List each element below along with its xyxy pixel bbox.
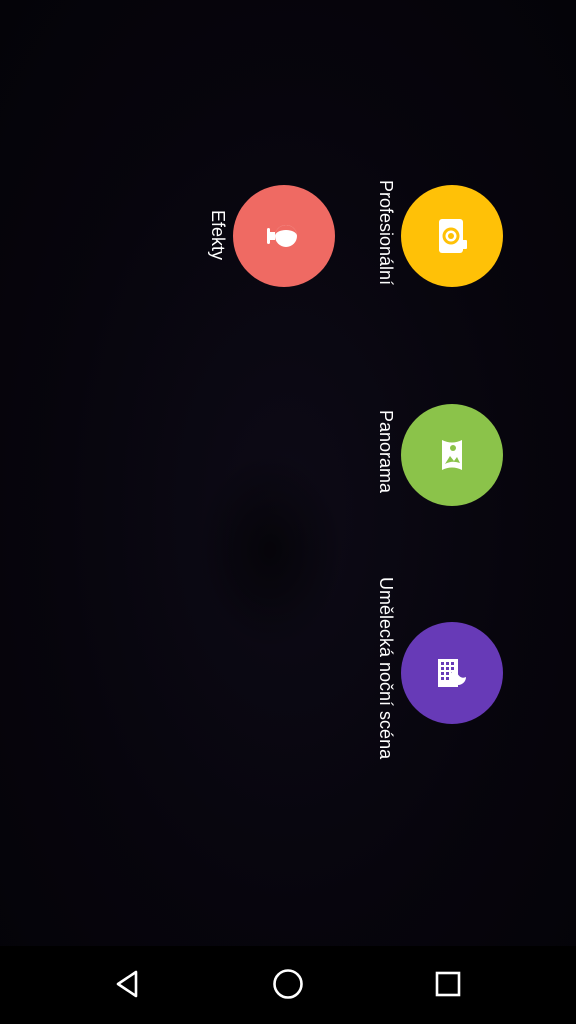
night-scene-icon [430,651,474,695]
mode-panorama-button[interactable] [401,404,503,506]
camera-mode-screen: Profesionální Panorama Umělecká noční sc… [0,0,576,1024]
home-button[interactable] [266,964,310,1008]
mode-professional-button[interactable] [401,185,503,287]
panorama-icon [430,433,474,477]
mode-panorama-label: Panorama [376,410,396,494]
mode-effects-button[interactable] [233,185,335,287]
home-icon [271,967,305,1006]
camera-icon [430,214,474,258]
recents-button[interactable] [426,964,470,1008]
mode-night-scene-button[interactable] [401,622,503,724]
back-icon [112,968,144,1005]
mode-professional-label: Profesionální [376,180,396,286]
effects-icon [262,214,306,258]
mode-effects-label: Efekty [208,210,228,261]
back-button[interactable] [106,964,150,1008]
background-shadow [195,450,345,650]
navigation-bar [0,946,576,1024]
mode-night-scene-label: Umělecká noční scéna [376,577,396,760]
recents-icon [433,969,463,1004]
